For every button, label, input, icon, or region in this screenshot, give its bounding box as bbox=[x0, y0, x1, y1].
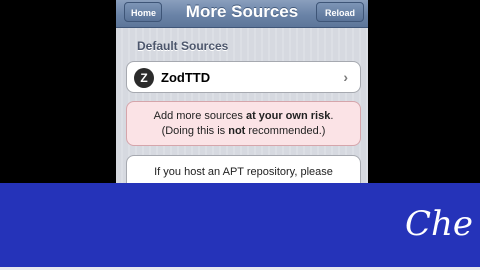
risk-warning-box: Add more sources at your own risk. (Doin… bbox=[126, 101, 361, 146]
reload-button[interactable]: Reload bbox=[316, 2, 364, 22]
banner-text: Che bbox=[405, 204, 474, 244]
warning-text-1c: . bbox=[330, 110, 334, 122]
warning-text-2a: (Doing this is bbox=[161, 125, 229, 137]
warning-emphasis-risk: at your own risk bbox=[245, 110, 331, 122]
warning-text-1a: Add more sources bbox=[153, 110, 246, 122]
warning-text-2c: recommended.) bbox=[245, 125, 326, 137]
warning-emphasis-not: not bbox=[228, 125, 246, 137]
chevron-right-icon: › bbox=[343, 69, 348, 85]
navigation-bar: Home More Sources Reload bbox=[116, 0, 368, 28]
source-label: ZodTTD bbox=[161, 70, 211, 85]
section-header: Default Sources bbox=[137, 39, 229, 53]
source-row-zodttd[interactable]: Z ZodTTD › bbox=[126, 61, 361, 93]
source-logo-icon: Z bbox=[134, 68, 154, 88]
reload-button-label: Reload bbox=[324, 8, 355, 18]
info-line-1: If you host an APT repository, please bbox=[154, 166, 333, 178]
warning-line-2: (Doing this is not recommended.) bbox=[127, 124, 360, 139]
warning-line-1: Add more sources at your own risk. bbox=[127, 109, 360, 124]
